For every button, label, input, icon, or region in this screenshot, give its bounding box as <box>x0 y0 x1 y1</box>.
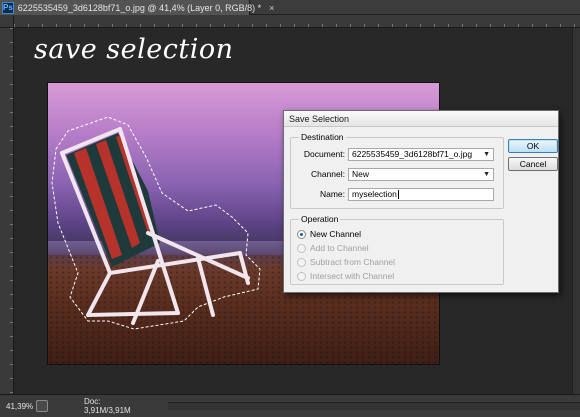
document-row: Document: 6225535459_3d6128bf71_o.jpg ▼ <box>291 147 505 161</box>
name-row: Name: myselection <box>291 187 505 201</box>
radio-intersect-with-channel[interactable]: Intersect with Channel <box>297 270 394 282</box>
save-selection-dialog: Save Selection Destination Document: 622… <box>283 110 559 293</box>
overlay-title: save selection <box>34 34 234 65</box>
radio-add-to-channel[interactable]: Add to Channel <box>297 242 369 254</box>
photoshop-icon: Ps <box>2 1 14 14</box>
radio-label: New Channel <box>310 229 362 239</box>
operation-group-label: Operation <box>299 214 341 224</box>
radio-button-checked[interactable] <box>297 229 306 239</box>
radio-button[interactable] <box>297 271 306 281</box>
channel-row: Channel: New ▼ <box>291 167 505 181</box>
radio-subtract-from-channel[interactable]: Subtract from Channel <box>297 256 395 268</box>
document-tab[interactable]: Ps 6225535459_3d6128bf71_o.jpg @ 41,4% (… <box>0 0 274 15</box>
chevron-down-icon: ▼ <box>483 170 490 178</box>
name-label: Name: <box>319 189 345 199</box>
radio-label: Subtract from Channel <box>310 257 396 267</box>
name-input-value: myselection <box>352 189 397 199</box>
channel-label: Channel: <box>310 169 345 179</box>
ok-button[interactable]: OK <box>508 139 558 153</box>
destination-group: Destination Document: 6225535459_3d6128b… <box>290 132 505 209</box>
zoom-level[interactable]: 41,39% <box>0 402 34 411</box>
radio-button[interactable] <box>297 243 306 253</box>
status-bar: 41,39% Doc: 3,91M/3,91M ▶ <box>0 394 580 417</box>
document-select[interactable]: 6225535459_3d6128bf71_o.jpg ▼ <box>348 147 494 161</box>
radio-label: Add to Channel <box>310 243 369 253</box>
destination-group-label: Destination <box>299 132 346 142</box>
close-tab-icon[interactable]: × <box>269 3 274 13</box>
name-input[interactable]: myselection <box>348 187 494 201</box>
horizontal-scrollbar[interactable] <box>168 402 580 410</box>
vertical-scrollbar[interactable] <box>572 28 580 394</box>
ruler-corner <box>0 15 14 28</box>
cancel-button[interactable]: Cancel <box>508 157 558 171</box>
channel-select-value: New <box>352 169 370 179</box>
channel-select[interactable]: New ▼ <box>348 167 494 181</box>
radio-button[interactable] <box>297 257 306 267</box>
horizontal-ruler[interactable] <box>14 15 580 28</box>
document-tab-bar: Ps 6225535459_3d6128bf71_o.jpg @ 41,4% (… <box>0 0 580 15</box>
radio-label: Intersect with Channel <box>310 271 395 281</box>
text-caret <box>397 189 399 199</box>
vertical-ruler[interactable] <box>0 28 14 394</box>
document-label: Document: <box>303 149 345 159</box>
radio-new-channel[interactable]: New Channel <box>297 228 361 240</box>
document-size-info: Doc: 3,91M/3,91M <box>84 397 131 415</box>
chevron-down-icon: ▼ <box>483 150 490 158</box>
dialog-title: Save Selection <box>284 111 558 127</box>
document-tab-title: 6225535459_3d6128bf71_o.jpg @ 41,4% (Lay… <box>17 2 262 13</box>
document-select-value: 6225535459_3d6128bf71_o.jpg <box>352 149 473 159</box>
status-info-icon[interactable] <box>36 400 48 412</box>
operation-group: Operation New Channel Add to Channel Sub… <box>290 214 504 285</box>
